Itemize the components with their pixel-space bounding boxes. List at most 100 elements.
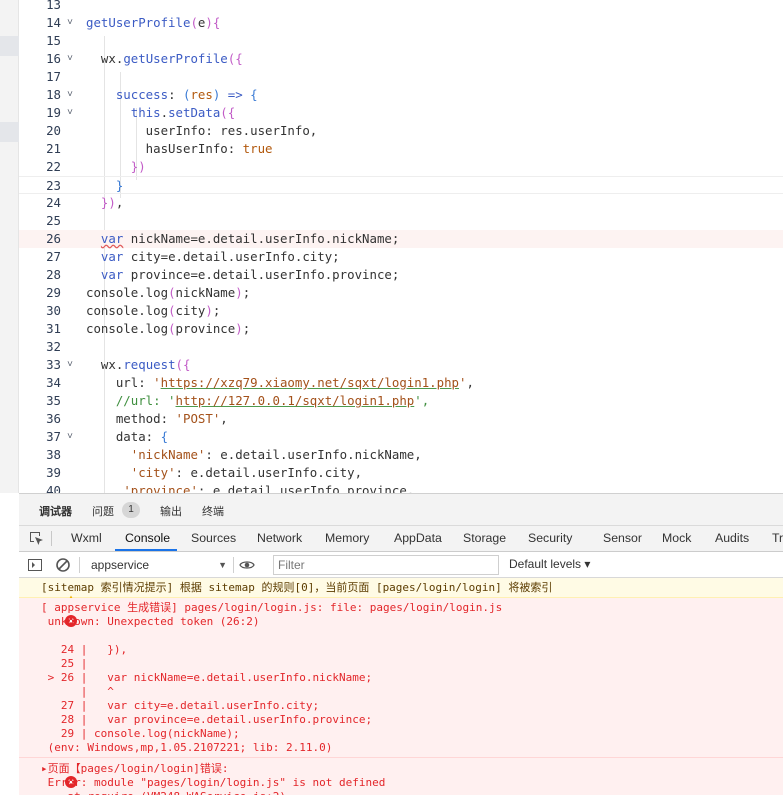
code-line[interactable]: 24 }), [19,194,783,212]
code-text: console.log(nickName); [86,285,251,300]
console-toolbar: appservice ▼ Default levels ▾ [19,552,783,578]
toolbar-divider [233,557,234,573]
clear-console-icon[interactable] [55,557,71,573]
line-number: 15 [46,33,61,48]
console-error-message[interactable]: ▸页面【pages/login/login]错误: Error: module … [19,758,783,795]
tab-appdata[interactable]: AppData [394,531,442,545]
tab-more[interactable]: Tr [772,531,783,545]
code-line[interactable]: 32 [19,338,783,356]
warning-text: [sitemap 索引情况提示] 根据 sitemap 的规则[0]，当前页面 … [41,581,553,594]
code-line[interactable]: 19 ˅ this.setData({ [19,104,783,122]
tab-output[interactable]: 输出 [160,503,182,519]
tab-storage[interactable]: Storage [463,531,506,545]
line-number: 28 [46,267,61,282]
line-number: 24 [46,195,61,210]
code-line[interactable]: 22 }) [19,158,783,176]
line-number: 26 [46,231,61,246]
fold-toggle-icon[interactable]: ˅ [67,14,81,32]
context-select[interactable]: appservice ▼ [87,556,227,574]
code-line[interactable]: 34 url: 'https://xzq79.xiaomy.net/sqxt/l… [19,374,783,392]
code-text: userInfo: res.userInfo, [86,123,318,138]
tab-mock[interactable]: Mock [662,531,691,545]
tab-sensor[interactable]: Sensor [603,531,642,545]
code-text: data: { [86,429,169,444]
code-line[interactable]: 36 method: 'POST', [19,410,783,428]
code-line[interactable]: 29 console.log(nickName); [19,284,783,302]
line-number: 32 [46,339,61,354]
code-line[interactable]: 38 'nickName': e.detail.userInfo.nickNam… [19,446,783,464]
code-line[interactable]: 25 [19,212,783,230]
code-line[interactable]: 18 ˅ success: (res) => { [19,86,783,104]
explorer-row-active[interactable] [0,122,19,142]
line-number: 22 [46,159,61,174]
devtools-panel-tabs: Wxml Console Sources Network Memory AppD… [19,526,783,552]
code-line[interactable]: 26 var nickName=e.detail.userInfo.nickNa… [19,230,783,248]
line-number: 30 [46,303,61,318]
explorer-edge [0,0,19,493]
console-error-message: [ appservice 生成错误] pages/login/login.js:… [19,598,783,758]
log-levels-dropdown[interactable]: Default levels ▾ [509,557,590,571]
fold-toggle-icon[interactable]: ˅ [67,86,81,104]
code-line[interactable]: 16 ˅ wx.getUserProfile({ [19,50,783,68]
line-number: 21 [46,141,61,156]
code-text: } [115,178,124,193]
explorer-row-selected[interactable] [0,36,19,56]
line-number: 37 [46,429,61,444]
devtools-panel: 调试器 问题 1 输出 终端 Wxml Console Sources Netw… [19,493,783,795]
code-text: success: (res) => { [115,87,258,102]
code-line[interactable]: 39 'city': e.detail.userInfo.city, [19,464,783,482]
code-text: 'nickName': e.detail.userInfo.nickName, [130,447,422,462]
code-line[interactable]: 37 ˅ data: { [19,428,783,446]
code-text: var nickName=e.detail.userInfo.nickName; [100,231,400,246]
code-line[interactable]: 33 ˅ wx.request({ [19,356,783,374]
line-number: 16 [46,51,61,66]
code-line[interactable]: 17 [19,68,783,86]
line-number: 20 [46,123,61,138]
line-number: 27 [46,249,61,264]
code-line[interactable]: 14 ˅ getUserProfile(e){ [19,14,783,32]
fold-toggle-icon[interactable]: ˅ [67,428,81,446]
tab-security[interactable]: Security [528,531,572,545]
tab-wxml[interactable]: Wxml [71,531,102,545]
tab-problems[interactable]: 问题 [92,503,114,519]
filter-input[interactable] [273,555,499,575]
code-text: method: 'POST', [86,411,228,426]
fold-toggle-icon[interactable]: ˅ [67,356,81,374]
tab-memory[interactable]: Memory [325,531,369,545]
line-number: 39 [46,465,61,480]
line-number: 29 [46,285,61,300]
code-text: wx.getUserProfile({ [100,51,243,66]
sidebar-toggle-icon[interactable] [27,557,43,573]
code-line[interactable]: 31 console.log(province); [19,320,783,338]
eye-icon[interactable] [239,557,255,573]
code-line[interactable]: 28 var province=e.detail.userInfo.provin… [19,266,783,284]
code-line[interactable]: 15 [19,32,783,50]
tab-network[interactable]: Network [257,531,302,545]
code-text: url: 'https://xzq79.xiaomy.net/sqxt/logi… [86,375,474,390]
code-editor[interactable]: 13 14 ˅ getUserProfile(e){15 16 ˅ wx.getUserP… [19,0,783,493]
line-number: 36 [46,411,61,426]
tab-sources[interactable]: Sources [191,531,236,545]
code-line[interactable]: 20 userInfo: res.userInfo, [19,122,783,140]
chevron-down-icon: ▼ [218,560,227,570]
toolbar-divider [79,557,80,573]
line-number: 31 [46,321,61,336]
tab-debugger[interactable]: 调试器 [39,503,72,519]
line-number: 33 [46,357,61,372]
code-line[interactable]: 30 console.log(city); [19,302,783,320]
code-line[interactable]: 40 'province': e.detail.userInfo.provinc… [19,482,783,493]
line-number: 35 [46,393,61,408]
fold-toggle-icon[interactable]: ˅ [67,104,81,122]
code-line[interactable]: 23 } [19,176,783,194]
code-line[interactable]: 27 var city=e.detail.userInfo.city; [19,248,783,266]
code-line[interactable]: 21 hasUserInfo: true [19,140,783,158]
code-line[interactable]: 13 [19,0,783,14]
tab-audits[interactable]: Audits [715,531,749,545]
fold-toggle-icon[interactable]: ˅ [67,50,81,68]
code-line[interactable]: 35 //url: 'http://127.0.0.1/sqxt/login1.… [19,392,783,410]
tab-console[interactable]: Console [125,531,170,545]
line-number: 23 [46,178,61,193]
code-text: var city=e.detail.userInfo.city; [100,249,340,264]
tab-terminal[interactable]: 终端 [202,503,224,519]
inspect-element-icon[interactable] [29,531,44,546]
